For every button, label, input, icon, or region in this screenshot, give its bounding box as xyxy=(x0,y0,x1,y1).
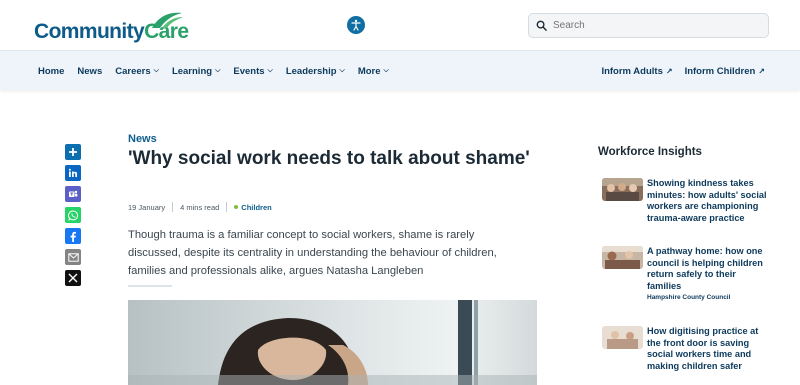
article-tag-link[interactable]: Children xyxy=(241,203,271,212)
nav-item-inform-children[interactable]: Inform Children ↗ xyxy=(685,66,765,77)
chevron-down-icon: ⌵ xyxy=(215,67,221,74)
whatsapp-icon[interactable] xyxy=(65,207,81,223)
nav-item-more[interactable]: More ⌵ xyxy=(358,66,389,77)
article-meta: 19 January 4 mins read Children xyxy=(128,202,272,212)
search-box[interactable] xyxy=(528,13,769,38)
nav-item-events[interactable]: Events ⌵ xyxy=(233,66,272,77)
accessibility-button[interactable] xyxy=(347,16,365,34)
x-icon[interactable] xyxy=(65,270,81,286)
article-category-link[interactable]: News xyxy=(128,133,157,145)
chevron-down-icon: ⌵ xyxy=(383,67,389,74)
chevron-down-icon: ⌵ xyxy=(267,67,273,74)
meta-divider xyxy=(226,202,228,212)
email-icon[interactable] xyxy=(65,249,81,265)
chevron-down-icon: ⌵ xyxy=(153,67,159,74)
search-icon xyxy=(536,20,547,31)
card-title-link[interactable]: Showing kindness takes minutes: how adul… xyxy=(647,178,772,224)
article-hero-image xyxy=(128,300,537,385)
share-bar xyxy=(65,144,81,286)
sidebar-title: Workforce Insights xyxy=(598,146,702,158)
plus-share-icon[interactable] xyxy=(65,144,81,160)
facebook-icon[interactable] xyxy=(65,228,81,244)
logo-text-part1: Community xyxy=(34,20,145,43)
search-input[interactable] xyxy=(553,20,753,31)
card-thumbnail-image xyxy=(602,178,643,201)
accessibility-icon xyxy=(351,19,361,31)
card-thumbnail-image xyxy=(602,246,643,269)
site-logo[interactable]: CommunityCare xyxy=(34,10,189,43)
external-link-icon: ↗ xyxy=(665,66,673,76)
nav-item-news[interactable]: News xyxy=(77,66,102,77)
external-link-icon: ↗ xyxy=(758,66,765,76)
nav-item-learning[interactable]: Learning ⌵ xyxy=(172,66,220,77)
nav-item-home[interactable]: Home xyxy=(38,66,64,77)
teams-icon[interactable] xyxy=(65,186,81,202)
nav-item-leadership[interactable]: Leadership ⌵ xyxy=(286,66,345,77)
tag-dot-icon xyxy=(234,205,239,209)
card-thumbnail-image xyxy=(602,326,643,349)
sidebar-card[interactable]: Showing kindness takes minutes: how adul… xyxy=(602,178,772,226)
sidebar-card[interactable]: A pathway home: how one council is helpi… xyxy=(602,246,772,306)
article-standfirst: Though trauma is a familiar concept to s… xyxy=(128,229,497,277)
nav-item-careers[interactable]: Careers ⌵ xyxy=(115,66,159,77)
sidebar-card[interactable]: How digitising practice at the front doo… xyxy=(602,326,772,376)
divider xyxy=(128,285,172,287)
card-title-link[interactable]: How digitising practice at the front doo… xyxy=(647,326,772,372)
article-date: 19 January xyxy=(128,202,166,212)
meta-divider xyxy=(172,202,174,212)
card-title-link[interactable]: A pathway home: how one council is helpi… xyxy=(647,246,772,292)
article-title: 'Why social work needs to talk about sha… xyxy=(128,148,530,169)
logo-swoosh-icon xyxy=(152,12,183,28)
article-read-time: 4 mins read xyxy=(180,202,220,212)
chevron-down-icon: ⌵ xyxy=(339,67,345,74)
card-sponsor: Hampshire County Council xyxy=(647,294,731,301)
nav-item-inform-adults[interactable]: Inform Adults ↗ xyxy=(601,66,672,77)
main-navigation: Home News Careers ⌵ Learning ⌵ Events ⌵ Lea… xyxy=(0,50,800,90)
site-header: CommunityCare xyxy=(0,0,800,50)
linkedin-icon[interactable] xyxy=(65,165,81,181)
